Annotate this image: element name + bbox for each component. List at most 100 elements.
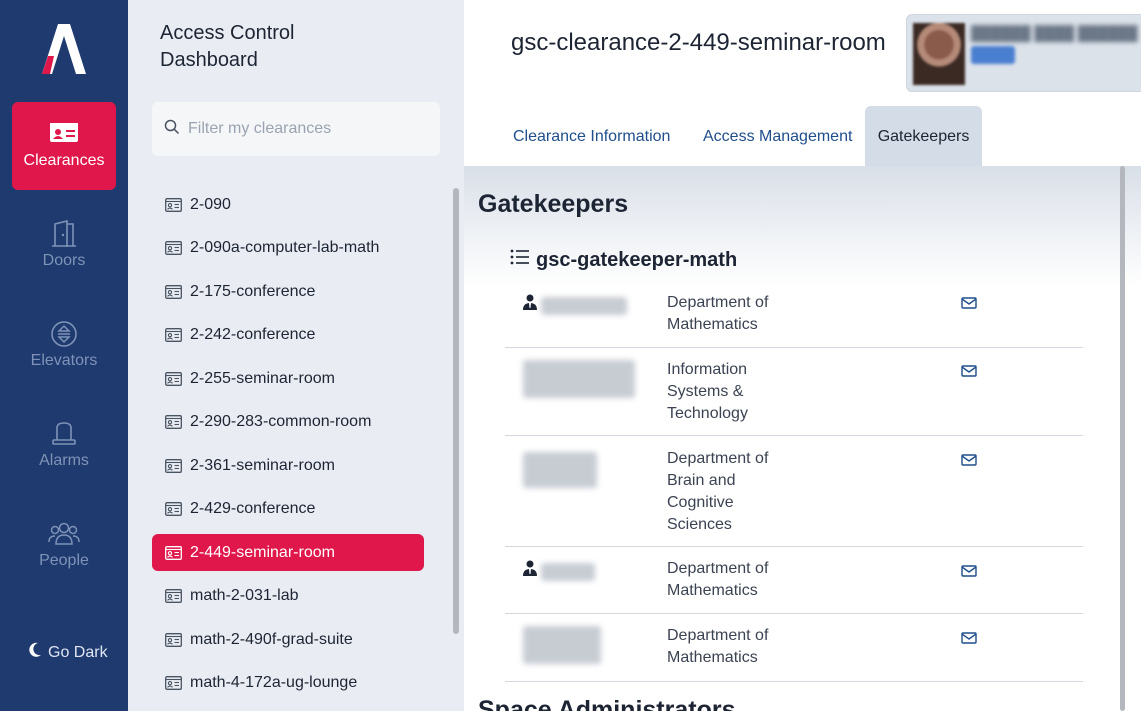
clearance-item[interactable]: 2-090 (152, 186, 424, 223)
person-cell (523, 560, 595, 583)
main-scrollbar[interactable] (1120, 166, 1125, 711)
department-cell: Department of Mathematics (667, 627, 769, 666)
next-section-title: Space Administrators (478, 696, 736, 711)
table-row: Department of Mathematics (505, 547, 1083, 614)
id-card-icon (165, 415, 182, 429)
mail-icon[interactable] (961, 363, 977, 385)
clearance-item[interactable]: 2-255-seminar-room (152, 360, 424, 397)
clearance-item-label: math-4-172a-ug-lounge (190, 674, 358, 691)
id-card-icon (165, 502, 182, 516)
gatekeeper-table: Department of Mathematics Information Sy… (505, 282, 1083, 682)
id-card-icon (12, 102, 116, 152)
avatar (913, 23, 965, 85)
main-area: gsc-clearance-2-449-seminar-room ██████ … (464, 0, 1141, 711)
page-title: gsc-clearance-2-449-seminar-room (511, 29, 886, 56)
elevator-icon (12, 302, 116, 352)
mail-icon[interactable] (961, 295, 977, 317)
table-row: Information Systems & Technology (505, 348, 1083, 436)
tab-bar: Clearance Information Access Management … (464, 106, 1141, 167)
alarm-icon (12, 402, 116, 452)
mail-icon[interactable] (961, 630, 977, 652)
id-card-icon (165, 328, 182, 342)
user-name-redacted: ██████ ████ ██████ (971, 25, 1138, 41)
tab-gatekeepers[interactable]: Gatekeepers (865, 106, 982, 167)
clearance-item[interactable]: 2-449-seminar-room (152, 534, 424, 571)
person-cell (523, 294, 627, 317)
person-name-redacted (523, 626, 601, 664)
clearance-item[interactable]: math-4-172a-ug-lounge (152, 665, 424, 702)
clearance-panel: Access Control Dashboard 2-090 2-090a-com… (128, 0, 464, 711)
clearance-item[interactable]: 2-090a-computer-lab-math (152, 230, 424, 267)
clearance-item[interactable]: 2-175-conference (152, 273, 424, 310)
department-cell: Information Systems & Technology (667, 361, 748, 422)
id-card-icon (165, 284, 182, 299)
person-cell (523, 452, 597, 488)
clearance-item-label: 2-361-seminar-room (190, 456, 335, 474)
mail-icon[interactable] (961, 452, 977, 474)
nav-alarms-label: Alarms (39, 452, 89, 469)
section-title: Gatekeepers (478, 190, 629, 218)
clearance-item-label: 2-429-conference (190, 500, 316, 517)
go-dark-label: Go Dark (48, 643, 108, 661)
department-cell: Department of Mathematics (667, 560, 769, 599)
nav-doors[interactable]: Doors (12, 202, 116, 290)
mail-icon[interactable] (961, 563, 977, 585)
clearance-item-label: math-2-490f-grad-suite (190, 630, 353, 648)
panel-title: Access Control Dashboard (160, 22, 295, 71)
clearance-item[interactable]: math-2-031-lab (152, 578, 424, 615)
id-card-icon (165, 632, 182, 647)
person-name-redacted (541, 562, 595, 581)
clearance-scroll-thumb[interactable] (453, 188, 459, 634)
person-name-redacted (541, 296, 627, 315)
nav-rail: Clearances Doors Elevators Alarms People… (0, 0, 128, 711)
nav-clearances[interactable]: Clearances (12, 102, 116, 190)
clearance-item[interactable]: math-2-490f-grad-suite (152, 621, 424, 658)
clearance-item-label: 2-090a-computer-lab-math (190, 239, 380, 256)
moon-icon (28, 642, 42, 663)
clearance-item-label: 2-255-seminar-room (190, 369, 335, 387)
clearance-list: 2-090 2-090a-computer-lab-math 2-175-confe… (152, 186, 424, 708)
person-tie-icon (523, 294, 537, 317)
person-name-redacted (523, 360, 635, 398)
id-card-icon (165, 197, 182, 212)
person-cell (523, 626, 601, 664)
clearance-item-label: 2-242-conference (190, 326, 316, 343)
go-dark-toggle[interactable]: Go Dark (28, 642, 108, 663)
people-icon (12, 502, 116, 552)
id-card-icon (165, 371, 182, 386)
clearance-item-label: 2-090 (190, 195, 231, 213)
gatekeepers-content: Gatekeepers gsc-gatekeeper-math Departme… (464, 166, 1141, 711)
group-title: gsc-gatekeeper-math (536, 248, 738, 271)
department-cell: Department of Brain and Cognitive Scienc… (667, 450, 769, 533)
nav-elevators-label: Elevators (30, 352, 98, 369)
nav-elevators[interactable]: Elevators (12, 302, 116, 390)
id-card-icon (165, 241, 182, 255)
person-cell (523, 360, 635, 398)
clearance-item[interactable]: 2-242-conference (152, 317, 424, 354)
nav-people[interactable]: People (12, 502, 116, 590)
nav-clearances-label: Clearances (23, 152, 105, 169)
table-row: Department of Brain and Cognitive Scienc… (505, 436, 1083, 547)
nav-people-label: People (39, 552, 89, 569)
clearance-item[interactable]: 2-361-seminar-room (152, 447, 424, 484)
search-icon (164, 119, 180, 140)
tab-access-management[interactable]: Access Management (687, 106, 868, 167)
department-cell: Department of Mathematics (667, 294, 769, 333)
id-card-icon (165, 545, 182, 560)
clearance-item[interactable]: 2-429-conference (152, 491, 424, 528)
clearance-item-label: 2-175-conference (190, 282, 316, 300)
user-card[interactable]: ██████ ████ ██████ (906, 14, 1141, 92)
nav-doors-label: Doors (42, 252, 86, 269)
clearance-item-label: 2-449-seminar-room (190, 543, 335, 561)
app-logo (40, 22, 88, 76)
clearance-item-label: math-2-031-lab (190, 587, 299, 604)
clearance-item[interactable]: 2-290-283-common-room (152, 404, 424, 441)
person-name-redacted (523, 452, 597, 488)
id-card-icon (165, 676, 182, 690)
filter-box (152, 102, 440, 156)
tab-clearance-information[interactable]: Clearance Information (497, 106, 686, 167)
gatekeeper-group: gsc-gatekeeper-math (510, 248, 737, 272)
filter-input[interactable] (188, 120, 428, 138)
list-icon (510, 248, 530, 272)
nav-alarms[interactable]: Alarms (12, 402, 116, 490)
